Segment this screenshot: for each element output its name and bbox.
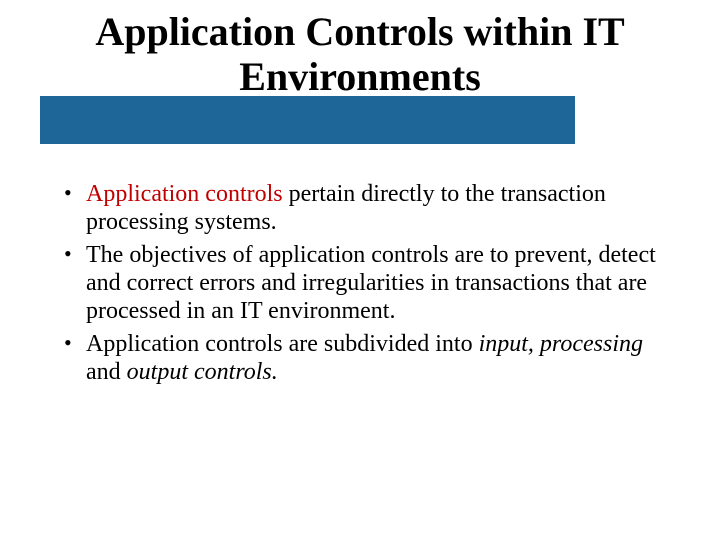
bullet-item: The objectives of application controls a… <box>62 241 662 326</box>
bullet-item: Application controls pertain directly to… <box>62 180 662 237</box>
highlight-text: Application controls <box>86 181 283 207</box>
italic-text: output controls. <box>127 359 278 385</box>
bullet-text: The objectives of application controls a… <box>86 242 656 325</box>
bullet-text: Application controls are subdivided into <box>86 331 479 357</box>
bullet-item: Application controls are subdivided into… <box>62 330 662 387</box>
slide: Application Controls within IT Environme… <box>0 0 720 540</box>
title-accent-bar <box>40 96 575 144</box>
italic-text: input, processing <box>479 331 643 357</box>
bullet-text: and <box>86 359 127 385</box>
slide-title: Application Controls within IT Environme… <box>0 10 720 100</box>
bullet-list: Application controls pertain directly to… <box>62 180 662 390</box>
